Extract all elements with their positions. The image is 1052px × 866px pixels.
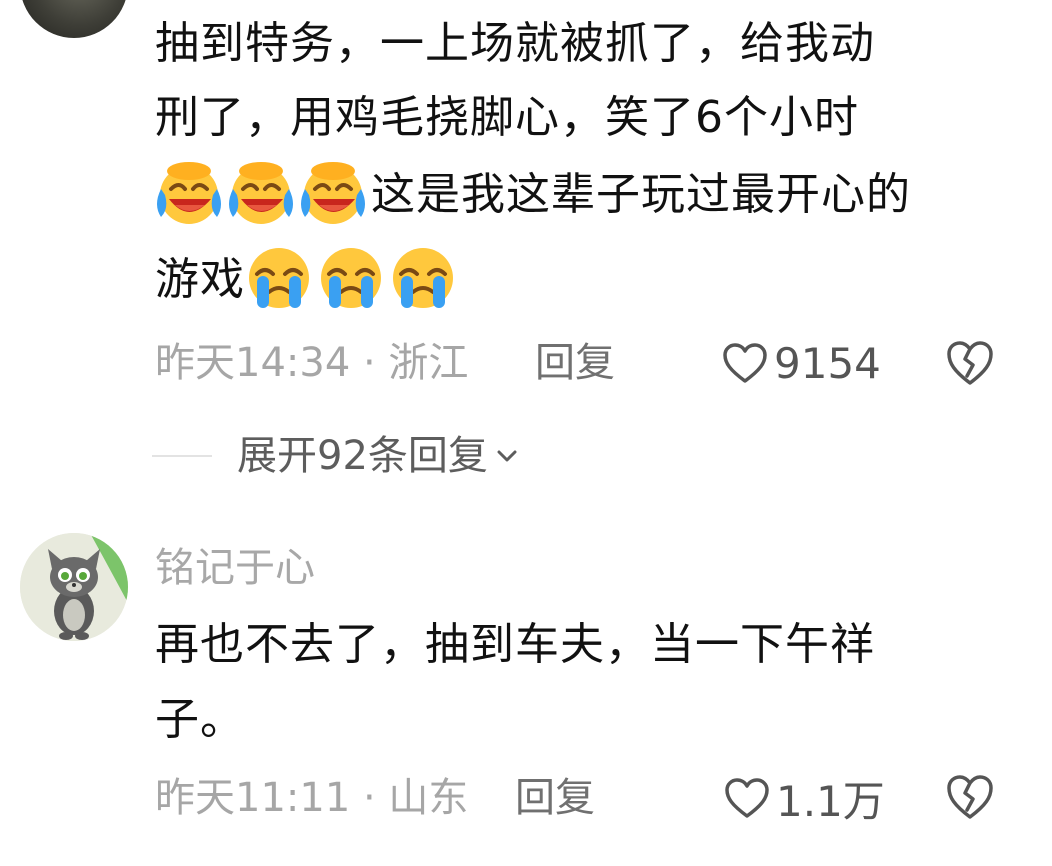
broken-heart-icon[interactable]: [945, 772, 995, 822]
like-button[interactable]: 9154: [722, 333, 881, 393]
crying-emoji-icon: [393, 248, 453, 308]
comment-meta: 昨天11:11 · 山东: [155, 775, 469, 821]
comment-text-line-with-emoji: 游戏: [155, 240, 461, 320]
like-button[interactable]: 1.1万: [724, 768, 885, 828]
like-count: 1.1万: [776, 776, 885, 826]
laughing-crying-emoji-icon: [229, 162, 293, 224]
comment-text-line: 抽到特务，一上场就被抓了，给我动: [155, 18, 875, 69]
chevron-down-icon: [497, 450, 517, 462]
comment-text-line: 再也不去了，抽到车夫，当一下午祥: [155, 619, 875, 670]
comment-text-line-with-emoji: 这是我这辈子玩过最开心的: [155, 155, 911, 235]
comment-text-segment: 这是我这辈子玩过最开心的: [371, 169, 911, 220]
expand-replies-label: 展开92条回复: [237, 433, 488, 479]
laughing-crying-emoji-icon: [157, 162, 221, 224]
reply-button[interactable]: 回复: [515, 768, 595, 828]
crying-emoji-icon: [249, 248, 309, 308]
comment-text-line: 刑了，用鸡毛挠脚心，笑了6个小时: [155, 92, 859, 143]
broken-heart-icon[interactable]: [945, 338, 995, 388]
username[interactable]: 铭记于心: [155, 538, 315, 598]
laughing-crying-emoji-icon: [301, 162, 365, 224]
heart-outline-icon: [725, 778, 769, 818]
expand-replies-button[interactable]: 展开92条回复: [152, 426, 522, 486]
comment-text-line: 子。: [155, 694, 245, 745]
comment-thread: 抽到特务，一上场就被抓了，给我动 刑了，用鸡毛挠脚心，笑了6个小时 这是我这辈子…: [0, 0, 1052, 866]
crying-emoji-icon: [321, 248, 381, 308]
avatar[interactable]: [20, 533, 128, 641]
like-count: 9154: [774, 338, 881, 388]
comment-meta: 昨天14:34 · 浙江: [155, 340, 469, 386]
comment-text-segment: 游戏: [155, 254, 245, 305]
cat-avatar-icon: [20, 533, 128, 641]
avatar[interactable]: [20, 0, 128, 38]
reply-button[interactable]: 回复: [535, 333, 615, 393]
heart-outline-icon: [723, 343, 767, 383]
divider: [152, 455, 212, 457]
